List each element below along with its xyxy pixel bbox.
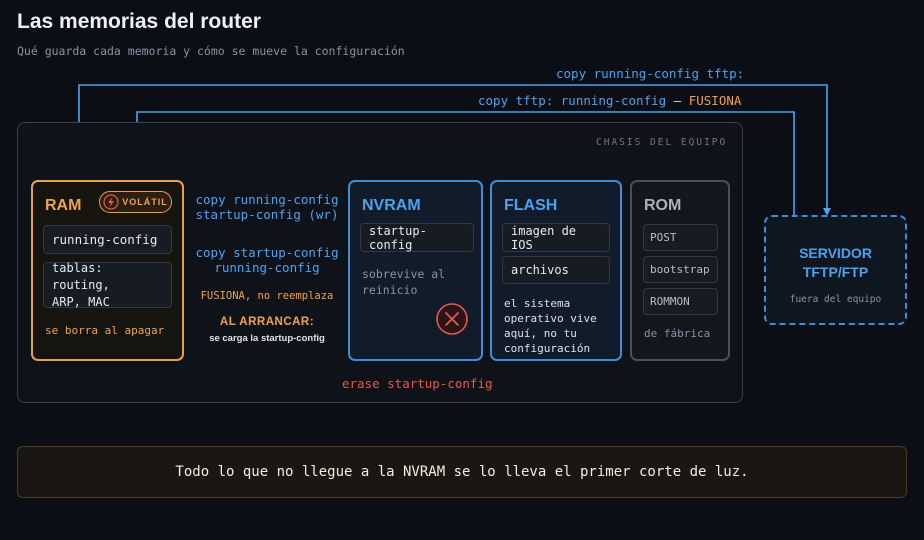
erase-command-label: erase startup-config <box>342 376 493 391</box>
flash-chip-files: archivos <box>502 256 610 284</box>
lightning-icon <box>103 194 119 210</box>
flash-note: el sistema operativo vive aquí, no tu co… <box>504 296 597 356</box>
save-command-line1: copy running-config <box>195 192 339 207</box>
restore-merge-note: FUSIONA, no reemplaza <box>200 290 334 302</box>
rom-box: ROM POST bootstrap ROMMON de fábrica <box>630 180 730 361</box>
flash-note-line1: el sistema <box>504 297 571 310</box>
nvram-note-line1: sobrevive al <box>362 267 446 281</box>
ram-note: se borra al apagar <box>45 324 165 337</box>
boot-label: AL ARRANCAR: <box>219 316 315 328</box>
tftp-server-box: SERVIDOR TFTP/FTP fuera del equipo <box>764 215 907 325</box>
ram-chip-tables-line2: ARP, MAC <box>52 294 110 309</box>
server-title: SERVIDOR TFTP/FTP <box>766 244 905 282</box>
rom-chip-bootstrap: bootstrap <box>643 256 718 283</box>
nvram-note-line2: reinicio <box>362 283 418 297</box>
command-fusiona-note: FUSIONA <box>688 93 742 108</box>
footer-text: Todo lo que no llegue a la NVRAM se lo l… <box>175 464 749 480</box>
flash-box: FLASH imagen de IOS archivos el sistema … <box>490 180 622 361</box>
rom-title: ROM <box>644 197 682 214</box>
save-command-line2: startup-config (wr) <box>195 207 339 222</box>
rom-note: de fábrica <box>644 327 711 340</box>
ram-chip-tables-line1: tablas: routing, <box>52 260 110 292</box>
flash-chip-ios-image: imagen de IOS <box>502 223 610 252</box>
command-copy-tftp-text: copy tftp: running-config <box>478 93 667 108</box>
save-command-label: copy running-config startup-config (wr) <box>190 192 344 222</box>
volatile-badge-label: VOLÁTIL <box>122 197 168 207</box>
boot-note: se carga la startup-config <box>209 333 325 344</box>
command-dash: — <box>666 93 689 108</box>
flash-note-line3: aquí, no tu <box>504 327 577 340</box>
nvram-note: sobrevive al reinicio <box>362 266 445 298</box>
command-copy-running-to-tftp: copy running-config tftp: <box>556 66 745 81</box>
rom-chip-rommon: ROMMON <box>643 288 718 315</box>
nvram-title: NVRAM <box>362 197 421 214</box>
ram-chip-tables: tablas: routing, ARP, MAC <box>43 260 172 309</box>
server-note: fuera del equipo <box>789 294 882 305</box>
restore-command-line2: running-config <box>214 260 320 275</box>
flash-note-line4: configuración <box>504 342 591 355</box>
ram-title: RAM <box>45 197 82 214</box>
volatile-badge: VOLÁTIL <box>99 191 172 213</box>
footer-callout: Todo lo que no llegue a la NVRAM se lo l… <box>17 446 907 498</box>
ram-chip-running-config: running-config <box>43 225 172 254</box>
erase-x-icon[interactable] <box>435 302 469 336</box>
flash-note-line2: operativo vive <box>504 312 597 325</box>
chassis-label: CHASIS DEL EQUIPO <box>596 137 728 148</box>
nvram-chip-startup-config: startup-config <box>360 223 474 252</box>
restore-command-line1: copy startup-config <box>195 245 339 260</box>
server-title-line2: TFTP/FTP <box>802 264 869 280</box>
command-copy-tftp-to-running: copy tftp: running-config — FUSIONA <box>478 93 741 108</box>
flash-title: FLASH <box>504 197 558 214</box>
server-title-line1: SERVIDOR <box>799 245 872 261</box>
rom-chip-post: POST <box>643 224 718 251</box>
restore-command-label: copy startup-config running-config <box>190 245 344 275</box>
